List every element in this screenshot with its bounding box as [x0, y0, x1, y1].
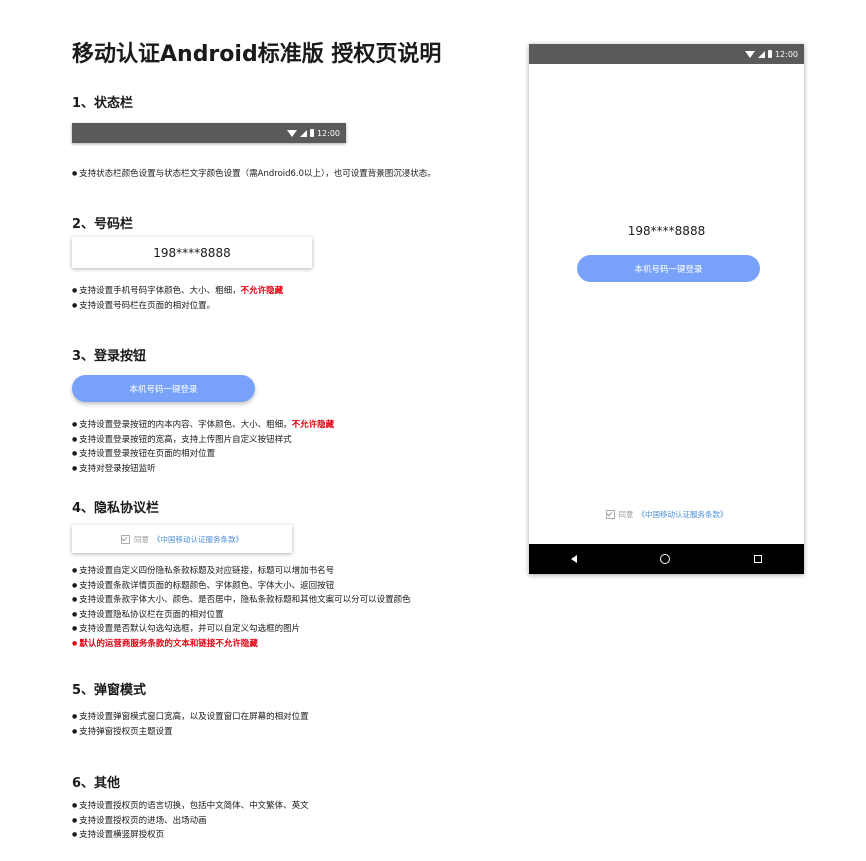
- home-icon[interactable]: [660, 554, 671, 564]
- signal-icon: [299, 129, 307, 137]
- number-bar-demo: 198****8888: [72, 237, 312, 268]
- status-bar-demo: 12:00: [72, 123, 346, 143]
- signal-icon: [757, 50, 765, 58]
- list-item: 支持设置登录按钮在页面的相对位置: [72, 447, 334, 462]
- page-title: 移动认证Android标准版 授权页说明: [72, 42, 442, 67]
- agree-label: 同意: [134, 534, 149, 544]
- wifi-icon: [744, 50, 755, 58]
- list-item-warning: 默认的运营商服务条款的文本和链接不允许隐藏: [72, 637, 411, 652]
- warning-text: 不允许隐藏: [291, 420, 335, 430]
- phone-number: 198****8888: [627, 224, 706, 238]
- phone-preview: 12:00 198****8888 本机号码一键登录 同意 《中国移动认证服务条…: [529, 44, 804, 574]
- privacy-bar-demo: 同意 《中国移动认证服务条款》: [72, 525, 292, 553]
- section-heading-popup: 5、弹窗模式: [72, 683, 147, 698]
- section-heading-status-bar: 1、状态栏: [72, 96, 134, 111]
- section-heading-login-button: 3、登录按钮: [72, 349, 147, 364]
- list-item: 支持设置自定义四份隐私条款标题及对应链接，标题可以增加书名号: [72, 564, 411, 579]
- status-time: 12:00: [774, 49, 798, 59]
- list-item: 支持设置登录按钮的内本内容、字体颜色、大小、粗细，不允许隐藏: [72, 418, 334, 433]
- list-item: 支持设置手机号码字体颜色、大小、粗细，不允许隐藏: [72, 284, 283, 299]
- recent-apps-icon[interactable]: [754, 555, 763, 563]
- section-6-bullets: 支持设置授权页的语言切换，包括中文简体、中文繁体、英文 支持设置授权页的进场、出…: [72, 799, 309, 843]
- terms-link[interactable]: 《中国移动认证服务条款》: [153, 534, 243, 545]
- list-item: 支持状态栏颜色设置与状态栏文字颜色设置（需Android6.0以上），也可设置背…: [72, 167, 436, 182]
- wifi-icon: [286, 129, 297, 137]
- checkbox-icon[interactable]: [605, 510, 615, 519]
- list-item: 支持设置条款详情页面的标题颜色、字体颜色、字体大小、返回按钮: [72, 579, 411, 594]
- list-item: 支持设置横竖屏授权页: [72, 828, 309, 843]
- agree-label: 同意: [618, 510, 634, 519]
- back-icon[interactable]: [570, 555, 577, 563]
- nav-bar: [529, 544, 804, 574]
- list-item: 支持弹窗授权页主题设置: [72, 725, 309, 740]
- checkbox-icon[interactable]: [121, 534, 130, 544]
- list-item: 支持设置授权页的进场、出场动画: [72, 814, 309, 829]
- list-item: 支持设置登录按钮的宽高，支持上传图片自定义按钮样式: [72, 433, 334, 448]
- bullet-text: 支持设置登录按钮的内本内容、字体颜色、大小、粗细，: [79, 420, 292, 430]
- login-button-demo[interactable]: 本机号码一键登录: [72, 375, 255, 402]
- section-4-bullets: 支持设置自定义四份隐私条款标题及对应链接，标题可以增加书名号 支持设置条款详情页…: [72, 564, 411, 652]
- section-heading-privacy: 4、隐私协议栏: [72, 501, 160, 516]
- list-item: 支持对登录按钮监听: [72, 462, 334, 477]
- phone-privacy-bar: 同意 《中国移动认证服务条款》: [529, 509, 804, 520]
- list-item: 支持设置隐私协议栏在页面的相对位置: [72, 608, 411, 623]
- section-5-bullets: 支持设置弹窗模式窗口宽高，以及设置窗口在屏幕的相对位置 支持弹窗授权页主题设置: [72, 710, 309, 739]
- warning-text: 不允许隐藏: [240, 286, 284, 296]
- battery-icon: [767, 50, 772, 58]
- list-item: 支持设置授权页的语言切换，包括中文简体、中文繁体、英文: [72, 799, 309, 814]
- section-heading-other: 6、其他: [72, 776, 121, 791]
- list-item: 支持设置弹窗模式窗口宽高，以及设置窗口在屏幕的相对位置: [72, 710, 309, 725]
- section-2-bullets: 支持设置手机号码字体颜色、大小、粗细，不允许隐藏 支持设置号码栏在页面的相对位置…: [72, 284, 283, 313]
- list-item: 支持设置是否默认勾选勾选框，并可以自定义勾选框的图片: [72, 622, 411, 637]
- terms-link[interactable]: 《中国移动认证服务条款》: [638, 509, 728, 520]
- list-item: 支持设置号码栏在页面的相对位置。: [72, 299, 283, 314]
- bullet-text: 支持设置手机号码字体颜色、大小、粗细，: [79, 286, 241, 296]
- list-item: 支持设置条款字体大小、颜色、是否居中，隐私条款标题和其他文案可以分可以设置颜色: [72, 593, 411, 608]
- section-1-bullets: 支持状态栏颜色设置与状态栏文字颜色设置（需Android6.0以上），也可设置背…: [72, 167, 436, 182]
- phone-status-bar: 12:00: [529, 44, 804, 64]
- phone-login-button[interactable]: 本机号码一键登录: [577, 255, 760, 282]
- section-3-bullets: 支持设置登录按钮的内本内容、字体颜色、大小、粗细，不允许隐藏 支持设置登录按钮的…: [72, 418, 334, 476]
- status-time: 12:00: [316, 128, 340, 138]
- battery-icon: [309, 129, 314, 137]
- section-heading-number-bar: 2、号码栏: [72, 217, 134, 232]
